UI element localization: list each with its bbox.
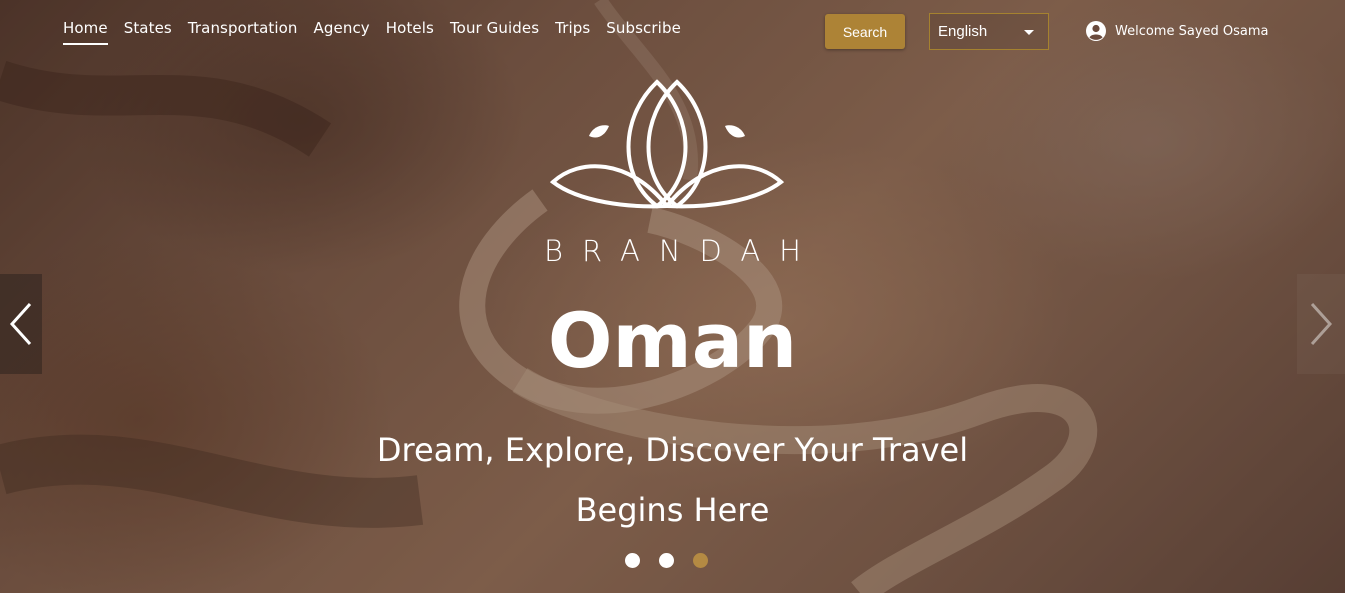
tagline-line-2: Begins Here [575,491,770,529]
nav-trips[interactable]: Trips [555,19,590,45]
carousel-indicators [625,553,708,568]
carousel-dot-3[interactable] [693,553,708,568]
caret-down-icon [1024,30,1034,35]
lotus-logo-icon [549,79,785,209]
nav-home[interactable]: Home [63,19,108,45]
nav-transportation[interactable]: Transportation [188,19,298,45]
carousel-dot-2[interactable] [659,553,674,568]
carousel-next-button[interactable] [1297,274,1345,374]
chevron-right-icon [1310,302,1333,346]
nav-hotels[interactable]: Hotels [386,19,434,45]
language-selected-value: English [938,23,988,40]
carousel-dot-1[interactable] [625,553,640,568]
hero-title: Oman [547,296,798,385]
search-button[interactable]: Search [825,14,905,49]
nav-states[interactable]: States [124,19,172,45]
tagline-line-1: Dream, Explore, Discover Your Travel [376,431,969,469]
chevron-left-icon [9,302,32,346]
carousel-prev-button[interactable] [0,274,42,374]
main-nav: Home States Transportation Agency Hotels… [63,19,697,45]
welcome-text: Welcome Sayed Osama [1115,23,1269,39]
nav-subscribe[interactable]: Subscribe [606,19,681,45]
language-select[interactable]: English [929,13,1049,50]
nav-tour-guides[interactable]: Tour Guides [450,19,539,45]
user-circle-icon [1086,21,1106,41]
user-menu[interactable]: Welcome Sayed Osama [1085,20,1269,42]
hero-tagline: Dream, Explore, Discover Your Travel Beg… [0,420,1345,540]
nav-agency[interactable]: Agency [314,19,370,45]
brand-name: BRANDAH [544,234,820,268]
